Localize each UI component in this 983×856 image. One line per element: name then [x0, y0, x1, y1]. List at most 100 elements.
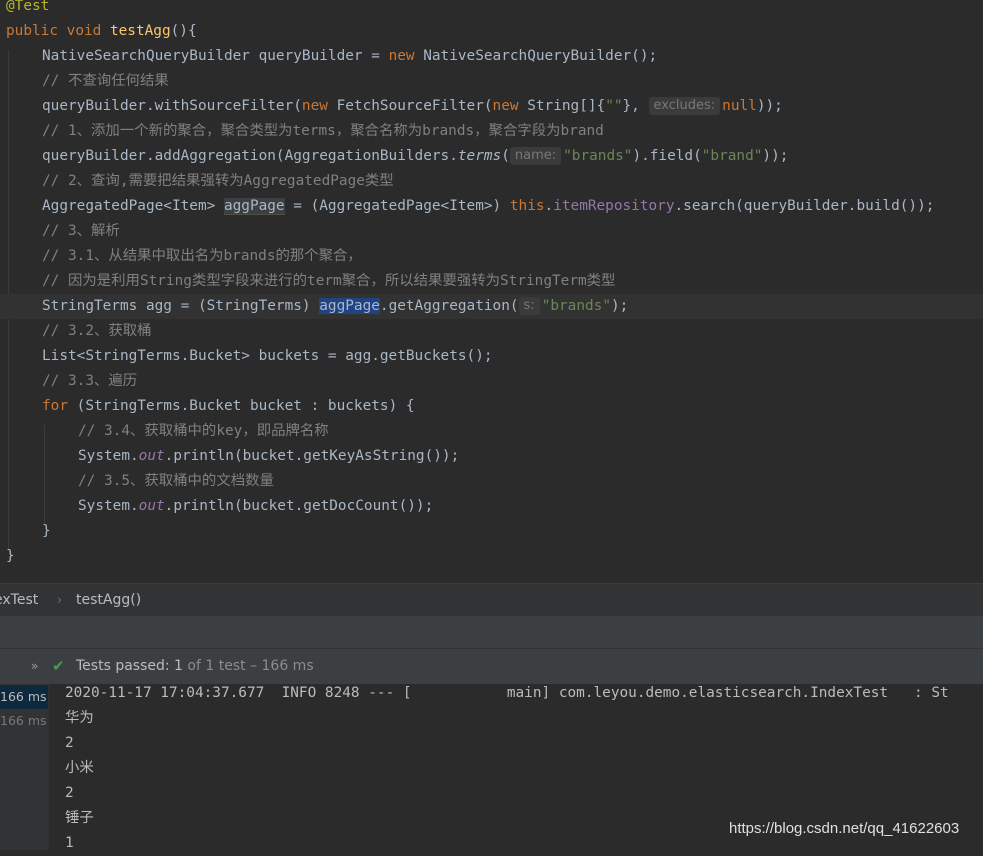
- keyword-this: this: [509, 198, 545, 214]
- current-code-line: StringTerms agg = (StringTerms) aggPage.…: [0, 294, 983, 319]
- code-editor[interactable]: @Test public void testAgg(){ NativeSearc…: [0, 0, 983, 583]
- code-text: System.: [78, 448, 139, 464]
- code-line: // 3.5、获取桶中的文档数量: [0, 469, 983, 494]
- code-text: queryBuilder.withSourceFilter(: [42, 98, 302, 114]
- code-comment: // 3.4、获取桶中的key，即品牌名称: [78, 423, 329, 439]
- tests-passed-count: 1: [174, 658, 183, 674]
- console-output-line: 锤子: [65, 810, 94, 826]
- code-text: .getAggregation(: [379, 298, 519, 314]
- code-text: queryBuilder.addAggregation(AggregationB…: [42, 148, 458, 164]
- breadcrumb-class[interactable]: exTest: [0, 584, 38, 617]
- code-text: },: [622, 98, 649, 114]
- string-literal: "brands": [563, 148, 633, 164]
- keyword-null: null: [722, 98, 757, 114]
- code-line: for (StringTerms.Bucket bucket : buckets…: [0, 394, 983, 419]
- static-field-out: out: [138, 498, 165, 514]
- keyword-new: new: [388, 48, 415, 64]
- test-tree: 166 ms 166 ms: [0, 684, 48, 850]
- code-comment: // 3.2、获取桶: [42, 323, 152, 339]
- code-line: }: [0, 544, 983, 569]
- code-text: System.: [78, 498, 139, 514]
- keyword-void: void: [66, 23, 102, 39]
- static-field-out: out: [138, 448, 165, 464]
- code-line: // 2、查询,需要把结果强转为AggregatedPage类型: [0, 169, 983, 194]
- code-line: List<StringTerms.Bucket> buckets = agg.g…: [0, 344, 983, 369]
- code-text: AggregatedPage<Item>: [42, 198, 224, 214]
- code-comment: // 因为是利用String类型字段来进行的term聚合，所以结果要强转为Str…: [42, 273, 616, 289]
- code-text: (){: [170, 23, 197, 39]
- code-comment: // 3.5、获取桶中的文档数量: [78, 473, 274, 489]
- code-text: .search(queryBuilder.build());: [674, 198, 935, 214]
- keyword-new: new: [301, 98, 328, 114]
- code-line: queryBuilder.withSourceFilter(new FetchS…: [0, 94, 983, 119]
- code-text: ));: [756, 98, 783, 114]
- field-itemrepository: itemRepository: [553, 198, 675, 214]
- code-comment: // 3.3、遍历: [42, 373, 138, 389]
- code-line: // 3、解析: [0, 219, 983, 244]
- code-text: FetchSourceFilter(: [327, 98, 493, 114]
- tests-passed-summary: Tests passed: 1 of 1 test – 166 ms: [76, 649, 314, 684]
- string-literal: "": [605, 98, 623, 114]
- code-line: // 不查询任何结果: [0, 69, 983, 94]
- code-comment: // 3、解析: [42, 223, 120, 239]
- code-text: ));: [762, 148, 789, 164]
- test-tree-item[interactable]: 166 ms: [0, 709, 48, 733]
- code-text: NativeSearchQueryBuilder();: [414, 48, 658, 64]
- code-comment: // 1、添加一个新的聚合，聚合类型为terms，聚合名称为brands，聚合字…: [42, 123, 604, 139]
- closing-brace: }: [6, 548, 15, 564]
- code-text: List<StringTerms.Bucket> buckets = agg.g…: [42, 348, 493, 364]
- code-text: String[]{: [518, 98, 606, 114]
- check-icon: ✔: [52, 657, 65, 675]
- code-comment: // 3.1、从结果中取出名为brands的那个聚合，: [42, 248, 362, 264]
- console-output-line: 2: [65, 785, 74, 801]
- closing-brace: }: [42, 523, 51, 539]
- code-line: AggregatedPage<Item> aggPage = (Aggregat…: [0, 194, 983, 219]
- console-output-line: 2: [65, 735, 74, 751]
- parameter-hint-s: s:: [518, 297, 540, 315]
- code-line: // 3.3、遍历: [0, 369, 983, 394]
- tests-passed-label: Tests passed:: [76, 658, 170, 674]
- code-line: // 3.2、获取桶: [0, 319, 983, 344]
- breadcrumb-method[interactable]: testAgg(): [76, 584, 141, 617]
- keyword-for: for: [42, 398, 68, 414]
- string-literal: "brands": [541, 298, 611, 314]
- code-text: );: [611, 298, 629, 314]
- code-comment: // 2、查询,需要把结果强转为AggregatedPage类型: [42, 173, 394, 189]
- code-line: queryBuilder.addAggregation(AggregationB…: [0, 144, 983, 169]
- console-log-line: 2020-11-17 17:04:37.677 INFO 8248 --- [ …: [65, 685, 949, 701]
- method-terms: terms: [457, 148, 502, 164]
- code-line: // 3.4、获取桶中的key，即品牌名称: [0, 419, 983, 444]
- code-text: = (AggregatedPage<Item>): [284, 198, 510, 214]
- code-line: @Test: [0, 0, 983, 19]
- code-text: StringTerms agg = (StringTerms): [42, 298, 320, 314]
- code-line: // 1、添加一个新的聚合，聚合类型为terms，聚合名称为brands，聚合字…: [0, 119, 983, 144]
- code-line: // 因为是利用String类型字段来进行的term聚合，所以结果要强转为Str…: [0, 269, 983, 294]
- run-toolbar: [0, 616, 983, 648]
- expand-icon[interactable]: »: [31, 649, 38, 684]
- breadcrumb-separator: ›: [57, 593, 63, 608]
- tests-total-time: of 1 test – 166 ms: [187, 658, 314, 674]
- test-status-bar: » ✔ Tests passed: 1 of 1 test – 166 ms: [0, 648, 983, 685]
- method-name-testagg: testAgg: [109, 23, 171, 39]
- code-line: System.out.println(bucket.getKeyAsString…: [0, 444, 983, 469]
- variable-aggpage-highlight: aggPage: [223, 198, 285, 215]
- keyword-public: public: [6, 23, 58, 39]
- code-line: NativeSearchQueryBuilder queryBuilder = …: [0, 44, 983, 69]
- breadcrumb: exTest › testAgg(): [0, 583, 983, 617]
- watermark: https://blog.csdn.net/qq_41622603: [729, 820, 960, 837]
- parameter-hint-name: name:: [509, 147, 562, 165]
- code-text: .println(bucket.getDocCount());: [164, 498, 434, 514]
- code-text: (StringTerms.Bucket bucket : buckets) {: [68, 398, 415, 414]
- console-output-line: 华为: [65, 710, 94, 726]
- annotation-test: @Test: [6, 0, 50, 14]
- test-tree-item[interactable]: 166 ms: [0, 685, 48, 709]
- code-line: System.out.println(bucket.getDocCount())…: [0, 494, 983, 519]
- code-text: NativeSearchQueryBuilder queryBuilder =: [42, 48, 389, 64]
- code-text: .: [544, 198, 554, 214]
- code-line: public void testAgg(){: [0, 19, 983, 44]
- code-text: .println(bucket.getKeyAsString());: [164, 448, 460, 464]
- console-output-line: 小米: [65, 760, 94, 776]
- code-text: (: [501, 148, 510, 164]
- selected-variable-aggpage[interactable]: aggPage: [319, 298, 380, 314]
- keyword-new: new: [492, 98, 519, 114]
